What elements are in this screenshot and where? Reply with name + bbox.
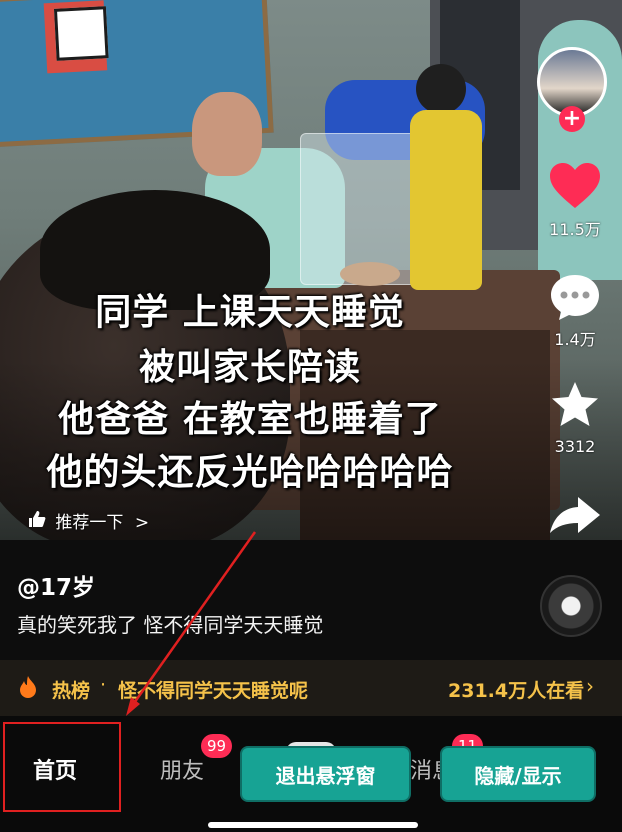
viewer-count: 231.4万人在看 — [448, 680, 585, 702]
hot-list-label: 热榜 — [52, 680, 91, 702]
recommend-label: 推荐一下 — [55, 513, 124, 533]
share-icon[interactable] — [545, 495, 605, 545]
exit-float-window-button[interactable]: 退出悬浮窗 — [240, 746, 411, 802]
video-caption-line: 他的头还反光哈哈哈哈哈 — [46, 452, 454, 493]
video-caption-line: 他爸爸 在教室也睡着了 — [58, 399, 442, 440]
thumbs-up-icon — [28, 510, 50, 533]
home-indicator — [208, 822, 418, 828]
nav-item-friends[interactable]: 朋友 — [160, 753, 204, 785]
fire-icon — [18, 675, 38, 704]
recommend-chip[interactable]: 推荐一下 > — [28, 508, 149, 533]
author-name[interactable]: @17岁 — [17, 568, 95, 602]
chevron-right-icon: > — [134, 513, 150, 533]
hot-topic: 怪不得同学天天睡觉呢 — [118, 680, 309, 702]
video-caption-line: 被叫家长陪读 — [138, 347, 361, 388]
comment-icon[interactable] — [545, 272, 605, 322]
video-description: 真的笑死我了 怪不得同学天天睡觉 — [17, 613, 324, 637]
separator: · — [100, 674, 107, 696]
chevron-right-icon: › — [586, 674, 594, 698]
nav-item-home[interactable]: 首页 — [33, 753, 77, 785]
hot-list-bar[interactable]: 热榜 · 怪不得同学天天睡觉呢 231.4万人在看 › — [0, 660, 622, 716]
music-disc-icon[interactable] — [540, 575, 602, 637]
follow-button[interactable]: + — [559, 106, 585, 132]
friends-badge: 99 — [201, 734, 233, 758]
like-count: 11.5万 — [549, 220, 601, 239]
star-icon[interactable] — [545, 380, 605, 430]
video-caption-line: 同学 上课天天睡觉 — [95, 292, 405, 333]
hide-show-button[interactable]: 隐藏/显示 — [440, 746, 596, 802]
comment-count: 1.4万 — [554, 330, 596, 349]
favorite-count: 3312 — [554, 437, 596, 456]
heart-icon[interactable] — [545, 162, 605, 212]
